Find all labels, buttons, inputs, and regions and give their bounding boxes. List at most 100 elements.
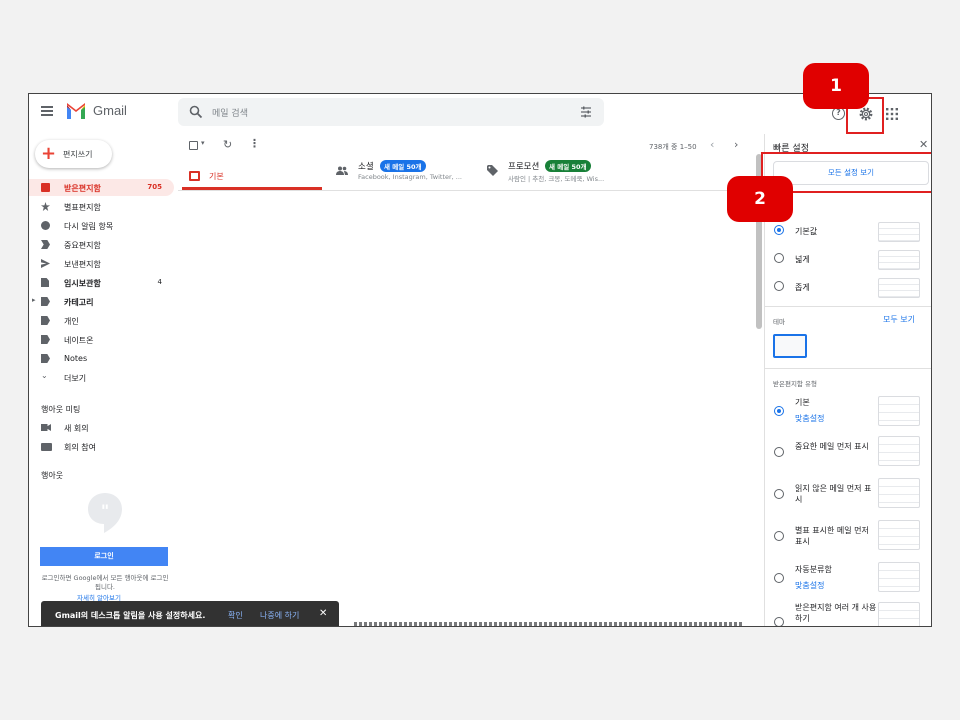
inbox-type-label: 읽지 않은 메일 먼저 표시: [795, 484, 872, 504]
inbox-type-multiple-radio[interactable]: [774, 617, 784, 626]
customize-link[interactable]: 맞춤설정: [795, 580, 824, 591]
chevron-right-icon[interactable]: ›: [734, 138, 738, 151]
inbox-type-label: 기본: [795, 398, 810, 407]
sidebar-item-label: 별표편지함: [64, 203, 101, 212]
label-icon: [41, 297, 50, 306]
unread-count: 705: [147, 183, 162, 191]
more-options-icon[interactable]: ⋮: [249, 137, 260, 150]
menu-icon[interactable]: [41, 106, 53, 116]
inbox-type-unread-first-radio[interactable]: [774, 489, 784, 499]
inbox-type-label: 자동분류함: [795, 565, 832, 574]
refresh-icon[interactable]: ↻: [223, 138, 232, 151]
density-label: 기본값: [795, 227, 818, 236]
new-mail-badge: 새 메일 50개: [545, 160, 591, 172]
divider: [764, 368, 931, 369]
sidebar-item-important[interactable]: 중요편지함: [29, 236, 174, 253]
inbox-tab-icon: [189, 171, 200, 181]
toast-later-button[interactable]: 나중에 하기: [260, 610, 299, 621]
inbox-type-starred-first-radio[interactable]: [774, 531, 784, 541]
select-all-checkbox[interactable]: [189, 141, 198, 150]
sidebar-item-personal[interactable]: 개인: [29, 312, 174, 329]
divider: [764, 306, 931, 307]
density-comfortable-radio[interactable]: [774, 253, 784, 263]
tab-divider: [178, 190, 763, 191]
hangouts-section-title: 행아웃: [41, 471, 64, 480]
sidebar-item-inbox[interactable]: 받은편지함 705: [29, 179, 174, 196]
tab-label: 소셜: [358, 162, 374, 172]
hangouts-login-description: 로그인하면 Google에서 모든 행아웃에 로그인됩니다.: [41, 574, 169, 591]
chevron-down-icon: ⌄: [41, 371, 48, 380]
inbox-type-priority-radio[interactable]: [774, 573, 784, 583]
inbox-type-label: 중요한 메일 먼저 표시: [795, 442, 869, 451]
sidebar-item-label: 개인: [64, 317, 79, 326]
hangouts-quote-icon: ": [88, 493, 122, 533]
customize-link[interactable]: 맞춤설정: [795, 413, 824, 424]
inbox-icon: [41, 183, 50, 192]
sidebar-item-categories[interactable]: ▸ 카테고리: [29, 293, 174, 310]
tab-senders: 사람인 | 추천, 크몽, 도메쿡, Wis...: [508, 175, 605, 183]
clipped-email-row: [354, 622, 744, 626]
gmail-window: Gmail 메일 검색 ? + 편지쓰기 받은편지함 705 별표편지함 다시 …: [28, 93, 932, 627]
chevron-left-icon[interactable]: ‹: [710, 138, 714, 151]
apps-grid-icon[interactable]: [886, 108, 898, 120]
toast-message: Gmail의 데스크톱 알림을 사용 설정하세요.: [55, 611, 206, 620]
inbox-type-preview: [878, 436, 920, 466]
close-icon[interactable]: ✕: [919, 138, 928, 151]
draft-count: 4: [157, 278, 162, 286]
label-icon: [41, 335, 50, 344]
step-badge-2: 2: [727, 176, 793, 222]
tab-primary[interactable]: [182, 158, 322, 190]
star-icon: [41, 202, 50, 211]
theme-thumbnail[interactable]: [773, 334, 807, 358]
send-icon: [41, 259, 50, 268]
people-icon: [336, 166, 348, 175]
close-icon[interactable]: ✕: [319, 608, 327, 619]
density-preview: [878, 278, 920, 298]
sidebar-item-starred[interactable]: 별표편지함: [29, 198, 174, 215]
search-options-icon[interactable]: [580, 106, 592, 118]
sidebar-item-label: 카테고리: [64, 298, 94, 307]
density-compact-radio[interactable]: [774, 281, 784, 291]
tab-label: 기본: [209, 172, 224, 181]
density-default-radio[interactable]: [774, 225, 784, 235]
inbox-type-preview: [878, 562, 920, 592]
sidebar-item-label: 더보기: [64, 374, 87, 383]
inbox-type-preview: [878, 602, 920, 626]
meet-join-meeting[interactable]: 회의 참여: [29, 438, 174, 455]
label-icon: [41, 354, 50, 363]
inbox-type-default-radio[interactable]: [774, 406, 784, 416]
tab-promotions[interactable]: 프로모션 새 메일 50개 사람인 | 추천, 크몽, 도메쿡, Wis...: [477, 158, 627, 190]
compose-plus-icon: +: [41, 143, 57, 164]
sidebar-item-label: 임시보관함: [64, 279, 101, 288]
hangouts-login-button[interactable]: 로그인: [40, 547, 168, 566]
search-icon[interactable]: [189, 105, 203, 119]
theme-view-all-link[interactable]: 모두 보기: [883, 314, 915, 325]
inbox-type-label: 받은편지함 여러 개 사용하기: [795, 603, 877, 623]
sidebar-item-more[interactable]: ⌄ 더보기: [29, 369, 174, 386]
sidebar-item-nateon[interactable]: 네이트온: [29, 331, 174, 348]
density-preview: [878, 250, 920, 270]
tab-social[interactable]: 소셜 새 메일 50개 Facebook, Instagram, Twitter…: [324, 158, 474, 190]
tab-label: 프로모션: [508, 162, 540, 172]
important-icon: [41, 240, 50, 249]
compose-label: 편지쓰기: [63, 150, 93, 159]
sidebar-item-snoozed[interactable]: 다시 알림 항목: [29, 217, 174, 234]
meet-new-meeting[interactable]: 새 회의: [29, 419, 174, 436]
new-mail-badge: 새 메일 50개: [380, 160, 426, 172]
meet-item-label: 회의 참여: [64, 443, 96, 452]
keyboard-icon: [41, 443, 52, 451]
inbox-type-preview: [878, 396, 920, 426]
step-badge-1: 1: [803, 63, 869, 109]
sidebar-item-notes[interactable]: Notes: [29, 350, 174, 367]
expand-arrow-icon[interactable]: ▸: [32, 296, 36, 304]
meet-section-title: 행아웃 미팅: [41, 405, 81, 414]
inbox-type-important-first-radio[interactable]: [774, 447, 784, 457]
select-dropdown-icon[interactable]: ▾: [201, 139, 205, 147]
sidebar-item-label: 중요편지함: [64, 241, 101, 250]
search-input[interactable]: 메일 검색: [212, 106, 248, 119]
sidebar-item-drafts[interactable]: 임시보관함 4: [29, 274, 174, 291]
tag-icon: [487, 165, 498, 176]
sidebar-item-sent[interactable]: 보낸편지함: [29, 255, 174, 272]
toast-confirm-button[interactable]: 확인: [228, 610, 243, 621]
app-name: Gmail: [93, 103, 127, 118]
